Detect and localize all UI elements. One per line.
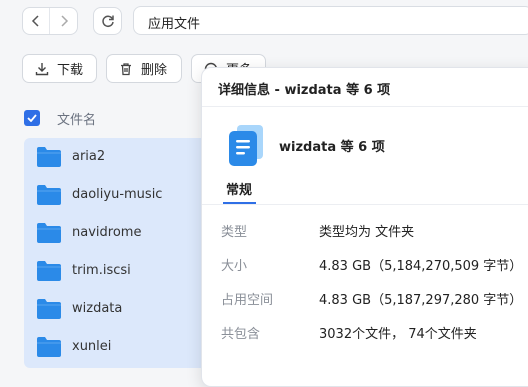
prop-value-size: 4.83 GB（5,184,270,509 字节） [319,259,523,274]
file-name: aria2 [72,149,106,164]
folder-icon [37,337,61,357]
list-item[interactable]: aria2 [24,138,214,176]
address-bar[interactable]: 应用文件 [133,6,528,35]
delete-button[interactable]: 删除 [106,54,182,83]
file-name: trim.iscsi [72,263,131,278]
chevron-left-icon [31,15,39,27]
address-path: 应用文件 [148,17,201,32]
folder-icon [37,299,61,319]
file-list: aria2 daoliyu-music navidrome trim.iscsi… [24,138,214,368]
list-item[interactable]: navidrome [24,214,214,252]
file-name: wizdata [72,301,123,316]
folder-icon [37,223,61,243]
divider [202,106,528,107]
column-name-header[interactable]: 文件名 [57,109,96,128]
download-label: 下载 [57,63,84,78]
folder-icon [37,147,61,167]
prop-key-contains: 共包含 [221,327,261,342]
checkmark-icon [27,114,37,122]
chevron-right-icon [60,15,68,27]
back-button[interactable] [23,8,50,34]
prop-value-contains: 3032个文件， 74个文件夹 [319,327,477,342]
details-panel: 详细信息 - wizdata 等 6 项 wizdata 等 6 项 常规 类型… [201,67,528,387]
prop-key-size: 大小 [221,259,248,274]
trash-icon [121,62,131,75]
folder-icon [37,261,61,281]
multi-document-icon [229,125,263,166]
refresh-icon [101,15,114,28]
details-subject: wizdata 等 6 项 [279,140,385,155]
file-name: navidrome [72,225,142,240]
list-item[interactable]: xunlei [24,328,214,366]
delete-label: 删除 [141,63,168,78]
list-item[interactable]: trim.iscsi [24,252,214,290]
prop-value-disk-usage: 4.83 GB（5,187,297,280 字节） [319,293,523,308]
prop-key-disk-usage: 占用空间 [221,293,274,308]
list-item[interactable]: wizdata [24,290,214,328]
download-icon [35,62,49,75]
prop-key-type: 类型 [221,225,248,240]
file-name: xunlei [72,339,112,354]
details-title: 详细信息 - wizdata 等 6 项 [218,83,391,98]
folder-icon [37,185,61,205]
download-button[interactable]: 下载 [22,54,97,83]
prop-value-type: 类型均为 文件夹 [319,225,415,240]
refresh-button[interactable] [93,7,122,35]
tab-general[interactable]: 常规 [226,179,252,198]
nav-back-forward [22,7,78,35]
select-all-checkbox[interactable] [24,110,40,126]
forward-button[interactable] [50,8,77,34]
divider [202,204,528,205]
list-item[interactable]: daoliyu-music [24,176,214,214]
file-name: daoliyu-music [72,187,163,202]
